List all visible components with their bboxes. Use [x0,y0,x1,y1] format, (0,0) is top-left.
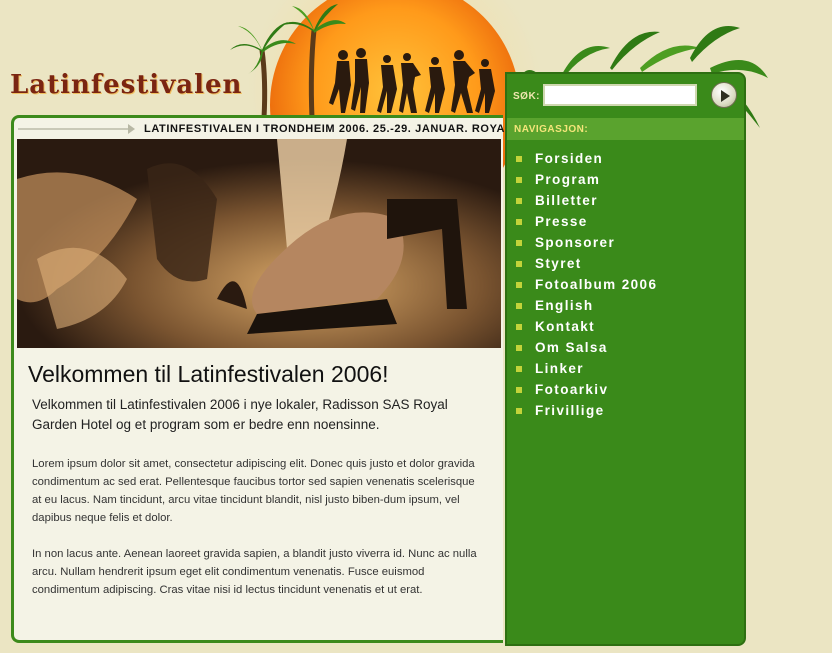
site-logo[interactable]: Latinfestivalen [10,70,242,100]
bullet-icon [516,239,522,246]
nav-header-label: NAVIGASJON: [514,124,589,135]
event-banner: LATINFESTIVALEN I TRONDHEIM 2006. 25.-29… [144,123,568,135]
nav-item-label[interactable]: Frivillige [535,403,605,418]
body-paragraph: Lorem ipsum dolor sit amet, consectetur … [32,458,475,524]
bullet-icon [516,218,522,225]
bullet-icon [516,365,522,372]
bullet-icon [516,323,522,330]
nav-item-billetter[interactable]: Billetter [516,190,657,211]
nav-item-fotoalbum-2006[interactable]: Fotoalbum 2006 [516,274,657,295]
nav-item-styret[interactable]: Styret [516,253,657,274]
bullet-icon [516,407,522,414]
nav-item-label[interactable]: Om Salsa [535,340,608,355]
nav-item-label[interactable]: Fotoalbum 2006 [535,277,657,292]
nav-item-linker[interactable]: Linker [516,358,657,379]
nav-item-om-salsa[interactable]: Om Salsa [516,337,657,358]
bullet-icon [516,386,522,393]
nav-item-presse[interactable]: Presse [516,211,657,232]
dancers-silhouette-icon [329,48,495,113]
nav-item-program[interactable]: Program [516,169,657,190]
lead-paragraph: Velkommen til Latinfestivalen 2006 i nye… [32,397,448,432]
nav-item-label[interactable]: Forsiden [535,151,603,166]
nav-item-english[interactable]: English [516,295,657,316]
nav-item-forsiden[interactable]: Forsiden [516,148,657,169]
arrow-right-icon [721,90,730,102]
hero-photo [17,139,501,348]
nav-item-label[interactable]: Presse [535,214,588,229]
nav-item-kontakt[interactable]: Kontakt [516,316,657,337]
banner-line [18,128,130,130]
nav-item-frivillige[interactable]: Frivillige [516,400,657,421]
nav-item-label[interactable]: Sponsorer [535,235,615,250]
nav-item-label[interactable]: Program [535,172,600,187]
bullet-icon [516,176,522,183]
page-title: Velkommen til Latinfestivalen 2006! [28,361,389,387]
search-button[interactable] [711,82,737,108]
bullet-icon [516,302,522,309]
bullet-icon [516,344,522,351]
search-label: SØK: [513,91,540,102]
nav-item-label[interactable]: Kontakt [535,319,595,334]
dancing-shoes-photo [17,139,501,348]
bullet-icon [516,197,522,204]
nav-item-label[interactable]: Styret [535,256,582,271]
nav-item-fotoarkiv[interactable]: Fotoarkiv [516,379,657,400]
bullet-icon [516,281,522,288]
banner-arrow-icon [128,124,135,134]
nav-item-label[interactable]: Fotoarkiv [535,382,608,397]
search-input[interactable] [543,84,697,106]
nav-item-label[interactable]: Billetter [535,193,598,208]
bullet-icon [516,260,522,267]
nav-item-sponsorer[interactable]: Sponsorer [516,232,657,253]
nav-item-label[interactable]: English [535,298,594,313]
bullet-icon [516,155,522,162]
body-paragraph: In non lacus ante. Aenean laoreet gravid… [32,548,477,596]
nav-item-label[interactable]: Linker [535,361,584,376]
nav-list: Forsiden Program Billetter Presse Sponso… [516,148,657,421]
